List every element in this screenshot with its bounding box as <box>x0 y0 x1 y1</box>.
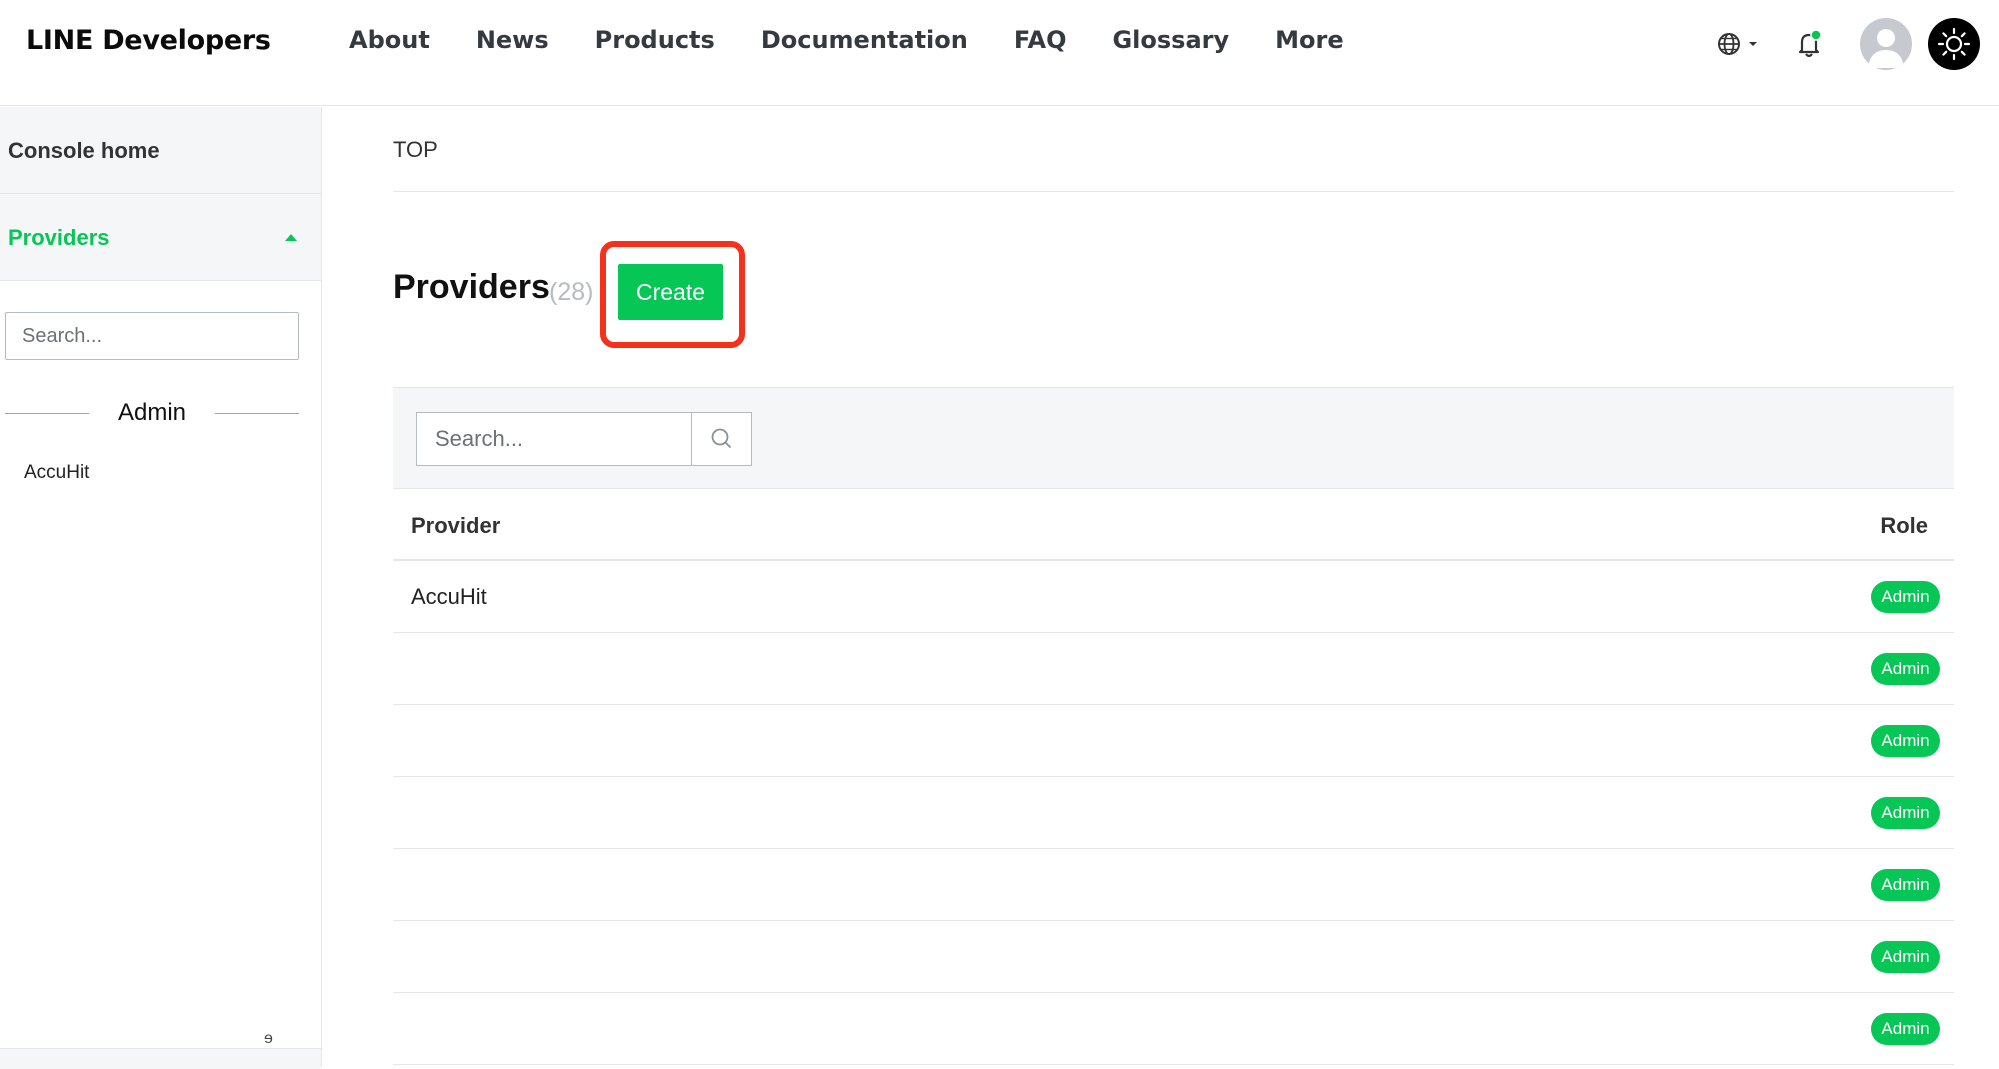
user-avatar[interactable] <box>1860 18 1912 70</box>
table-row[interactable]: Admin <box>393 633 1954 705</box>
search-panel <box>393 387 1954 489</box>
nav-more[interactable]: More <box>1275 26 1343 54</box>
page-title: Providers <box>393 268 550 306</box>
search-button[interactable] <box>691 412 752 466</box>
role-badge: Admin <box>1871 725 1940 757</box>
role-badge: Admin <box>1871 941 1940 973</box>
sidebar-search-input[interactable] <box>5 312 299 360</box>
table-header: Provider Role <box>393 489 1954 561</box>
table-row[interactable]: Admin <box>393 921 1954 993</box>
notifications-button[interactable] <box>1795 28 1823 60</box>
language-selector[interactable] <box>1716 30 1766 60</box>
avatar-icon <box>1868 29 1904 68</box>
sun-icon <box>1937 27 1971 61</box>
top-header: LINE Developers About News Products Docu… <box>0 0 1999 106</box>
sidebar-footer <box>0 1048 321 1069</box>
table-row[interactable]: Admin <box>393 993 1954 1065</box>
table-row[interactable]: Admin <box>393 705 1954 777</box>
nav-documentation[interactable]: Documentation <box>761 26 968 54</box>
provider-count: (28) <box>549 278 594 306</box>
sidebar: Console home Providers Admin AccuHit ɘ <box>0 107 322 1069</box>
bell-icon <box>1798 29 1822 58</box>
role-badge: Admin <box>1871 797 1940 829</box>
table-row[interactable]: AccuHit Admin <box>393 561 1954 633</box>
provider-search-input[interactable] <box>416 412 692 466</box>
breadcrumb[interactable]: TOP <box>393 137 438 163</box>
section-divider-admin: Admin <box>5 399 299 429</box>
brand-logo[interactable]: LINE Developers <box>26 25 271 56</box>
chevron-down-icon <box>1749 42 1757 46</box>
column-header-provider: Provider <box>411 513 501 538</box>
divider-line <box>215 413 299 414</box>
nav-about[interactable]: About <box>349 26 430 54</box>
column-header-role: Role <box>1880 513 1928 538</box>
breadcrumb-divider <box>393 191 1954 192</box>
caret-up-icon <box>285 234 297 241</box>
sidebar-item-providers[interactable]: Providers <box>0 194 321 281</box>
nav-glossary[interactable]: Glossary <box>1112 26 1229 54</box>
create-button[interactable]: Create <box>618 264 723 320</box>
search-icon <box>711 428 731 448</box>
providers-table: Provider Role AccuHit Admin Admin Admin … <box>393 489 1954 1065</box>
globe-icon <box>1718 33 1757 55</box>
table-row[interactable]: Admin <box>393 777 1954 849</box>
main-nav: About News Products Documentation FAQ Gl… <box>349 26 1390 54</box>
sidebar-provider-item[interactable]: AccuHit <box>24 462 89 484</box>
provider-name: AccuHit <box>411 584 487 609</box>
nav-news[interactable]: News <box>476 26 549 54</box>
sidebar-item-label: Console home <box>8 138 160 163</box>
role-badge: Admin <box>1871 653 1940 685</box>
role-badge: Admin <box>1871 1013 1940 1045</box>
table-row[interactable]: Admin <box>393 849 1954 921</box>
sidebar-item-console-home[interactable]: Console home <box>0 107 321 194</box>
theme-toggle-button[interactable] <box>1928 18 1980 70</box>
role-badge: Admin <box>1871 869 1940 901</box>
stray-glyph: ɘ <box>264 1030 273 1047</box>
nav-products[interactable]: Products <box>595 26 715 54</box>
nav-faq[interactable]: FAQ <box>1014 26 1067 54</box>
role-badge: Admin <box>1871 581 1940 613</box>
sidebar-item-label: Providers <box>8 225 110 250</box>
